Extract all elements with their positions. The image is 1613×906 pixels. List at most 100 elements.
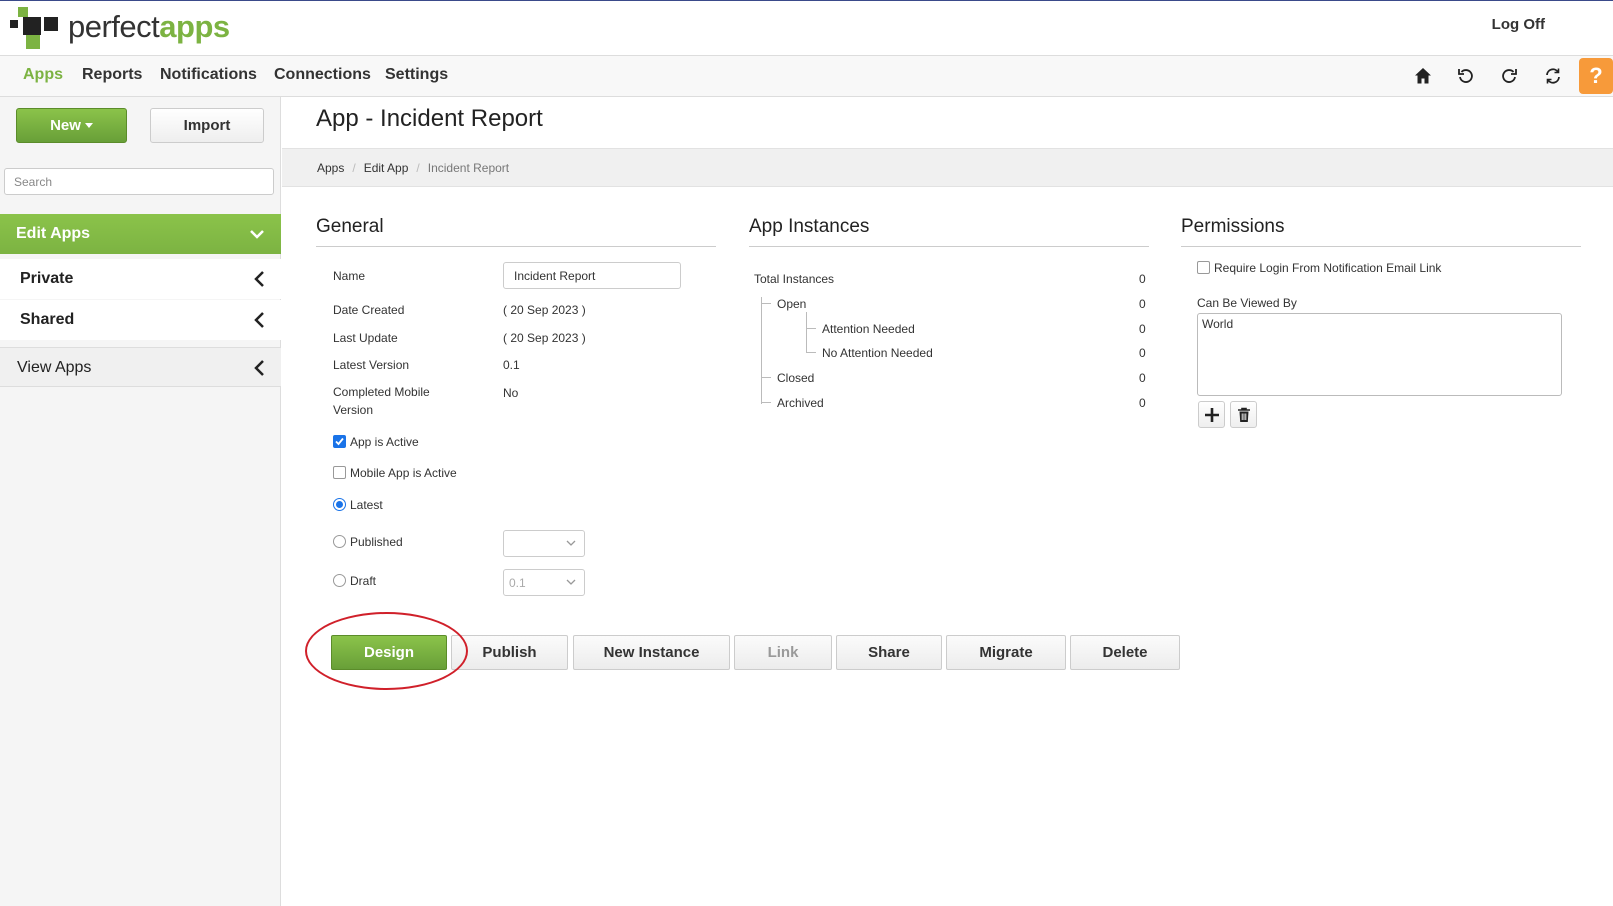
breadcrumb-item-current: Incident Report xyxy=(427,161,510,175)
draft-version-select[interactable]: 0.1 xyxy=(503,569,585,596)
help-button[interactable]: ? xyxy=(1579,58,1613,94)
main-menu: Apps Reports Notifications Connections S… xyxy=(0,56,1613,97)
latest-label: Latest xyxy=(350,498,383,512)
sidebar-section-label: Edit Apps xyxy=(16,225,91,242)
new-button-label: New xyxy=(50,117,81,134)
brand-name-part1: perfect xyxy=(68,9,160,44)
published-version-select[interactable] xyxy=(503,530,585,557)
tree-line xyxy=(761,303,771,304)
tree-line xyxy=(761,402,771,403)
latest-version-value: 0.1 xyxy=(503,358,520,372)
viewed-by-item[interactable]: World xyxy=(1202,317,1233,331)
caret-down-icon xyxy=(84,123,93,128)
require-login-label: Require Login From Notification Email Li… xyxy=(1214,261,1442,275)
breadcrumb-item-apps[interactable]: Apps xyxy=(317,161,344,175)
instances-archived-value: 0 xyxy=(1139,396,1146,410)
viewed-by-list[interactable]: World xyxy=(1197,313,1562,396)
published-label: Published xyxy=(350,535,403,549)
breadcrumb: Apps / Edit App / Incident Report xyxy=(282,148,1613,187)
name-label: Name xyxy=(333,269,366,283)
mobile-active-label: Mobile App is Active xyxy=(350,466,457,480)
app-active-label: App is Active xyxy=(350,435,419,449)
mobile-active-checkbox[interactable] xyxy=(333,466,346,479)
instances-open-value: 0 xyxy=(1139,297,1146,311)
instances-no-attention-label: No Attention Needed xyxy=(822,346,933,360)
chevron-down-icon xyxy=(566,579,576,585)
instances-attention-value: 0 xyxy=(1139,322,1146,336)
tree-line xyxy=(806,352,816,353)
trash-icon xyxy=(1237,407,1250,422)
instances-total-value: 0 xyxy=(1139,272,1146,286)
logoff-link[interactable]: Log Off xyxy=(1492,16,1545,33)
draft-radio[interactable] xyxy=(333,574,346,587)
home-icon[interactable] xyxy=(1411,64,1435,88)
tree-line xyxy=(806,328,816,329)
menu-item-settings[interactable]: Settings xyxy=(385,66,448,84)
date-created-value: ( 20 Sep 2023 ) xyxy=(503,303,586,317)
new-button[interactable]: New xyxy=(16,108,127,143)
menu-item-apps[interactable]: Apps xyxy=(23,66,63,84)
date-created-label: Date Created xyxy=(333,303,405,317)
latest-version-label: Latest Version xyxy=(333,358,410,372)
menu-item-connections[interactable]: Connections xyxy=(274,66,371,84)
chevron-left-icon xyxy=(254,312,264,328)
import-button[interactable]: Import xyxy=(150,108,264,143)
sidebar-item-label: Private xyxy=(20,270,74,287)
search-input[interactable] xyxy=(4,168,274,195)
sidebar: New Import Edit Apps Private Shared View… xyxy=(0,97,281,906)
completed-mobile-value: No xyxy=(503,386,519,400)
name-field[interactable]: Incident Report xyxy=(503,262,681,289)
tree-line xyxy=(761,297,762,404)
publish-button[interactable]: Publish xyxy=(451,635,568,670)
latest-radio[interactable] xyxy=(333,498,346,511)
require-login-checkbox[interactable] xyxy=(1197,261,1210,274)
sidebar-section-edit-apps[interactable]: Edit Apps xyxy=(0,214,281,254)
draft-version-value: 0.1 xyxy=(509,576,526,590)
design-button[interactable]: Design xyxy=(331,635,447,670)
instances-attention-label: Attention Needed xyxy=(822,322,915,336)
share-button[interactable]: Share xyxy=(836,635,942,670)
plus-icon xyxy=(1204,407,1219,422)
instances-closed-label: Closed xyxy=(777,371,815,385)
add-viewer-button[interactable] xyxy=(1198,401,1225,428)
chevron-left-icon xyxy=(254,360,264,376)
last-update-label: Last Update xyxy=(333,331,398,345)
tree-line xyxy=(761,377,771,378)
delete-button[interactable]: Delete xyxy=(1070,635,1180,670)
top-bar: perfectapps Log Off xyxy=(0,0,1613,56)
sync-icon[interactable] xyxy=(1541,64,1565,88)
sidebar-section-label: View Apps xyxy=(17,359,92,376)
tree-line xyxy=(806,312,807,353)
completed-mobile-label: Completed Mobile Version xyxy=(333,383,430,419)
chevron-down-icon xyxy=(566,540,576,546)
new-instance-button[interactable]: New Instance xyxy=(573,635,730,670)
instances-total-label: Total Instances xyxy=(754,272,835,286)
migrate-button[interactable]: Migrate xyxy=(946,635,1066,670)
instances-archived-label: Archived xyxy=(777,396,824,410)
sidebar-item-shared[interactable]: Shared xyxy=(0,300,281,340)
brand-name-part2: apps xyxy=(159,9,230,44)
menu-item-notifications[interactable]: Notifications xyxy=(160,66,257,84)
completed-mobile-label-line2: Version xyxy=(333,403,374,417)
menu-item-reports[interactable]: Reports xyxy=(82,66,142,84)
refresh-icon[interactable] xyxy=(1497,64,1521,88)
sidebar-item-private[interactable]: Private xyxy=(0,259,281,299)
chevron-down-icon xyxy=(250,230,264,239)
brand-name: perfectapps xyxy=(68,9,230,45)
published-radio[interactable] xyxy=(333,535,346,548)
chevron-left-icon xyxy=(254,271,264,287)
app-active-checkbox[interactable] xyxy=(333,435,346,448)
breadcrumb-item-edit-app[interactable]: Edit App xyxy=(364,161,409,175)
instances-closed-value: 0 xyxy=(1139,371,1146,385)
link-button[interactable]: Link xyxy=(734,635,832,670)
viewed-by-label: Can Be Viewed By xyxy=(1197,296,1297,310)
app-instances-heading: App Instances xyxy=(749,216,1149,247)
sidebar-section-view-apps[interactable]: View Apps xyxy=(0,347,281,387)
remove-viewer-button[interactable] xyxy=(1230,401,1257,428)
sidebar-item-label: Shared xyxy=(20,311,75,328)
undo-icon[interactable] xyxy=(1454,64,1478,88)
draft-label: Draft xyxy=(350,574,377,588)
completed-mobile-label-line1: Completed Mobile xyxy=(333,385,430,399)
brand-logo-icon xyxy=(10,7,60,51)
page-title: App - Incident Report xyxy=(316,105,543,132)
